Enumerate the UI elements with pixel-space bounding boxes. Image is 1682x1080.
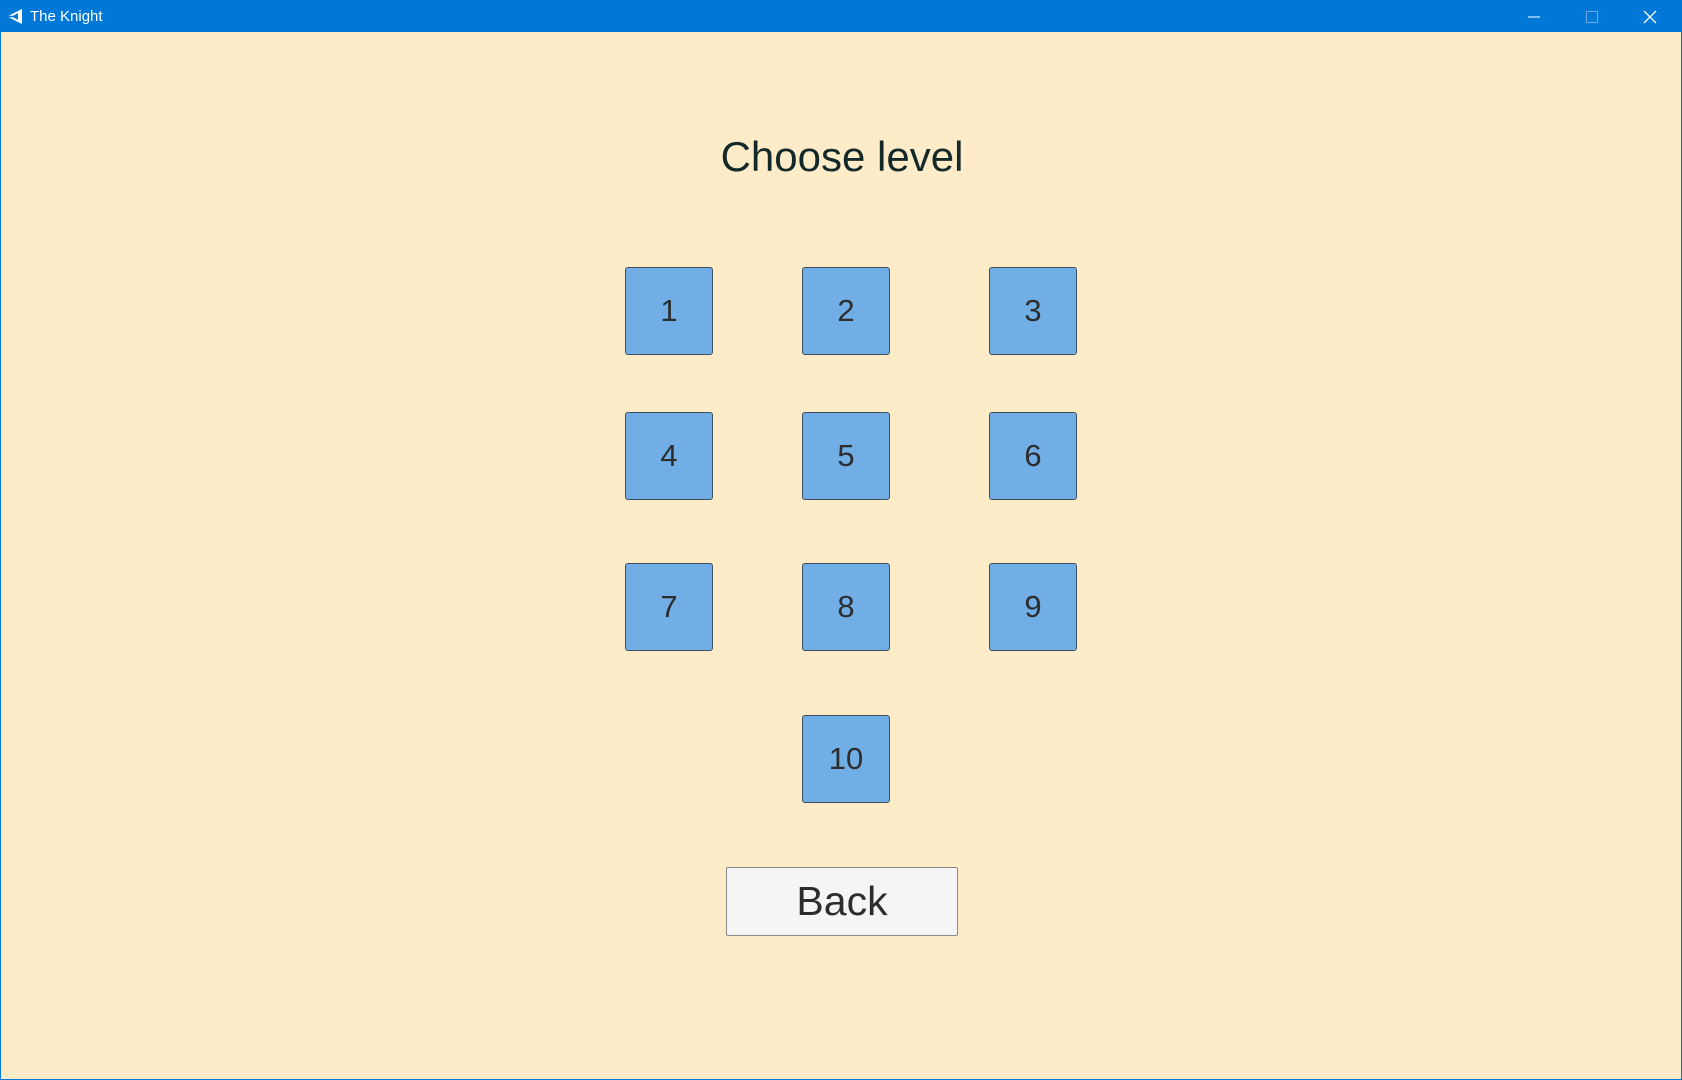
title-bar[interactable]: The Knight xyxy=(1,1,1681,32)
window-title: The Knight xyxy=(30,8,103,25)
level-10-button[interactable]: 10 xyxy=(802,715,890,803)
level-8-button[interactable]: 8 xyxy=(802,563,890,651)
level-4-button[interactable]: 4 xyxy=(625,412,713,500)
unity-icon xyxy=(6,8,23,25)
level-1-button[interactable]: 1 xyxy=(625,267,713,355)
level-6-button[interactable]: 6 xyxy=(989,412,1077,500)
page-title: Choose level xyxy=(720,133,964,180)
maximize-button[interactable] xyxy=(1563,1,1621,32)
level-9-button[interactable]: 9 xyxy=(989,563,1077,651)
level-2-button[interactable]: 2 xyxy=(802,267,890,355)
maximize-icon xyxy=(1586,10,1598,23)
minimize-icon xyxy=(1528,11,1540,23)
level-7-button[interactable]: 7 xyxy=(625,563,713,651)
close-icon xyxy=(1643,10,1657,24)
game-window: The Knight Choose level 1 2 3 4 5 6 7 8 … xyxy=(0,0,1682,1080)
level-3-button[interactable]: 3 xyxy=(989,267,1077,355)
close-button[interactable] xyxy=(1621,1,1679,32)
back-button[interactable]: Back xyxy=(726,867,958,936)
level-5-button[interactable]: 5 xyxy=(802,412,890,500)
minimize-button[interactable] xyxy=(1505,1,1563,32)
